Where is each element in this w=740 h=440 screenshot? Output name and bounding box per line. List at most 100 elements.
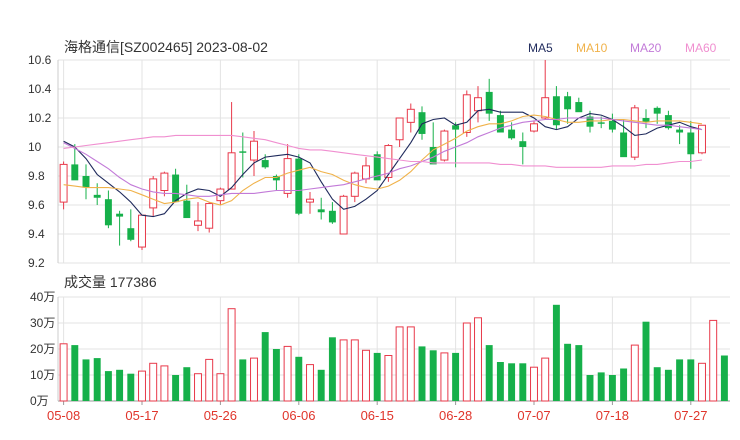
- candle-body: [261, 160, 269, 168]
- volume-bar: [597, 372, 605, 401]
- volume-bar: [541, 357, 550, 402]
- candle-body: [160, 172, 169, 192]
- price-tick-label: 9.2: [28, 256, 45, 270]
- volume-bar: [295, 356, 303, 401]
- candle-body: [452, 125, 460, 130]
- volume-bar: [462, 322, 471, 402]
- volume-bar: [508, 363, 516, 401]
- candle-body: [283, 158, 292, 194]
- x-tick-label: 05-08: [47, 408, 80, 423]
- candle-body: [239, 151, 247, 153]
- volume-bar: [698, 362, 706, 402]
- volume-bar: [564, 343, 572, 401]
- chart-title: 海格通信[SZ002465] 2023-08-02: [64, 39, 268, 55]
- candle-body: [339, 195, 348, 235]
- volume-bar: [138, 370, 146, 402]
- legend-ma20: MA20: [630, 41, 662, 55]
- candle-body: [172, 174, 180, 203]
- candle-body: [575, 102, 583, 113]
- volume-bar: [71, 345, 79, 401]
- volume-bar: [687, 359, 695, 401]
- price-tick-label: 10.2: [28, 111, 52, 125]
- volume-bar: [250, 357, 258, 402]
- volume-tick-label: 10万: [30, 368, 55, 382]
- volume-bar: [328, 337, 336, 401]
- candle-body: [59, 163, 68, 203]
- volume-bar: [261, 332, 269, 401]
- volume-bar: [395, 326, 404, 402]
- volume-bar: [496, 362, 504, 401]
- x-tick-label: 07-18: [596, 408, 629, 423]
- volume-bar: [630, 344, 639, 402]
- candle-body: [227, 152, 236, 190]
- x-tick-label: 05-17: [125, 408, 158, 423]
- volume-tick-label: 0万: [30, 394, 49, 408]
- candle-body: [295, 158, 303, 214]
- ma10-line: [63, 114, 703, 206]
- legend-ma10: MA10: [576, 41, 608, 55]
- candle-body: [138, 214, 146, 248]
- volume-bar: [418, 346, 426, 401]
- volume-tick-label: 20万: [30, 342, 55, 356]
- volume-bar: [586, 375, 594, 401]
- volume-bar: [172, 375, 180, 401]
- candle-body: [205, 203, 214, 229]
- volume-bar: [474, 317, 482, 402]
- legend-ma60: MA60: [685, 41, 717, 55]
- volume-bar: [373, 352, 381, 401]
- candle-body: [71, 164, 79, 181]
- x-tick-label: 06-06: [282, 408, 315, 423]
- candle-body: [328, 210, 336, 223]
- volume-bar: [104, 371, 112, 401]
- price-tick-label: 10.4: [28, 82, 52, 96]
- volume-bar: [227, 308, 236, 402]
- volume-bar: [339, 339, 348, 402]
- volume-bar: [283, 345, 292, 402]
- candle-body: [194, 220, 202, 226]
- volume-bar: [406, 326, 415, 402]
- candle-body: [250, 140, 258, 161]
- ma5-line: [63, 108, 703, 218]
- volume-bar: [306, 364, 314, 402]
- volume-label: 成交量 177386: [64, 274, 157, 290]
- volume-bar: [720, 355, 728, 401]
- candle-body: [519, 141, 527, 147]
- candle-body: [630, 107, 639, 158]
- candle-body: [564, 96, 572, 110]
- candle-body: [116, 213, 124, 217]
- volume-bar: [362, 349, 370, 402]
- candle-body: [676, 129, 684, 133]
- candle-body: [541, 97, 550, 119]
- x-tick-label: 06-15: [361, 408, 394, 423]
- volume-bar: [620, 368, 628, 401]
- volume-bar: [216, 373, 225, 402]
- candle-body: [608, 120, 616, 130]
- volume-bar: [452, 352, 460, 401]
- x-tick-label: 06-28: [439, 408, 472, 423]
- candle-body: [82, 176, 90, 188]
- price-tick-label: 10: [28, 140, 42, 154]
- candle-body: [362, 165, 370, 180]
- volume-bar: [194, 373, 202, 402]
- volume-bar: [317, 369, 325, 401]
- price-tick-label: 9.6: [28, 198, 45, 212]
- volume-bar: [160, 365, 169, 402]
- candle-body: [620, 132, 628, 158]
- ma60-line: [63, 134, 703, 168]
- volume-bar: [530, 366, 538, 402]
- price-tick-label: 9.4: [28, 227, 45, 241]
- candle-body: [406, 108, 415, 123]
- candle-body: [552, 96, 560, 126]
- volume-bar: [653, 367, 661, 401]
- volume-bar: [709, 319, 718, 402]
- volume-bar: [608, 375, 616, 401]
- volume-bar: [127, 373, 135, 401]
- stock-chart: 海格通信[SZ002465] 2023-08-02 MA5 MA10 MA20 …: [28, 39, 730, 423]
- candle-body: [93, 194, 101, 198]
- legend-ma5: MA5: [528, 41, 553, 55]
- volume-bar: [642, 321, 650, 401]
- candle-body: [317, 209, 325, 213]
- ma-legend: MA5 MA10 MA20 MA60: [528, 41, 717, 55]
- price-tick-label: 10.6: [28, 53, 52, 67]
- x-tick-label: 05-26: [204, 408, 237, 423]
